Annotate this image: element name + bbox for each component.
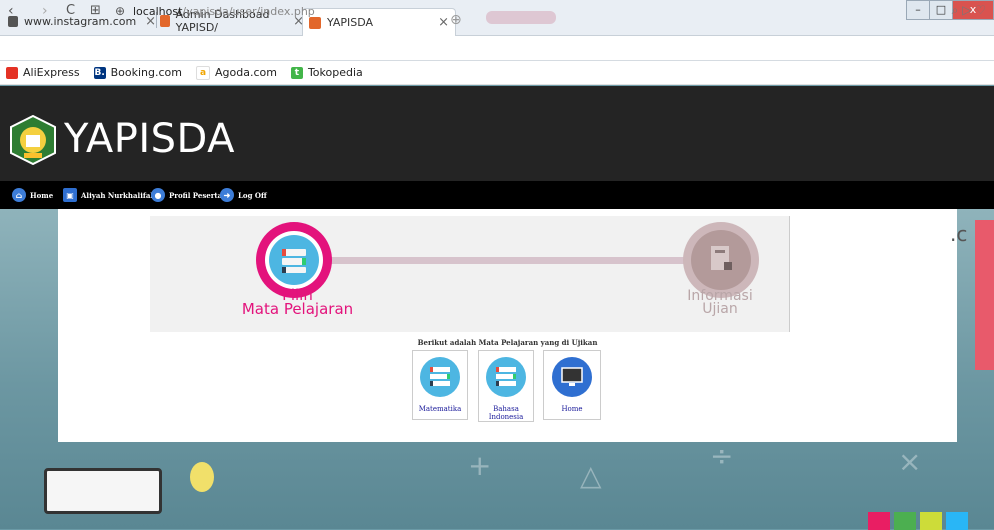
menu-label: Home: [30, 190, 54, 200]
menu-item-logoff[interactable]: ➜ Log Off: [220, 185, 267, 205]
yapisda-logo-icon: [10, 115, 56, 165]
menu-label: Log Off: [238, 190, 267, 200]
document-icon: [691, 230, 751, 290]
minimize-icon[interactable]: –: [906, 0, 930, 20]
profile-icon: ●: [151, 188, 165, 202]
bookmark-agoda[interactable]: a Agoda.com: [195, 65, 277, 80]
tab-label: YAPISDA: [327, 16, 374, 29]
forward-icon[interactable]: ›: [42, 3, 48, 19]
user-card-icon: ▣: [63, 188, 77, 202]
step-2-label: Informasi Ujian: [660, 289, 780, 317]
pencil-decoration: [975, 220, 994, 370]
apps-icon[interactable]: ⊞: [90, 3, 101, 18]
site-favicon-icon: [309, 16, 321, 29]
divider: [789, 216, 790, 332]
subject-link[interactable]: Matematika: [413, 405, 467, 413]
url-host: localhost: [133, 5, 183, 18]
books-icon: [420, 357, 460, 397]
address-bar-row: [0, 36, 994, 61]
agoda-icon: a: [195, 65, 210, 80]
subject-card-matematika[interactable]: Matematika: [412, 350, 468, 420]
monitor-icon: [552, 357, 592, 397]
books-icon: [269, 235, 319, 285]
bookmark-booking[interactable]: B. Booking.com: [93, 66, 182, 79]
bookmarks-bar: AliExpress B. Booking.com a Agoda.com t …: [0, 61, 994, 85]
blurred-chip: [486, 11, 556, 24]
subject-card-bahasa-indonesia[interactable]: Bahasa Indonesia: [478, 350, 534, 422]
site-brand[interactable]: YAPISDA: [64, 116, 235, 162]
new-tab-icon[interactable]: ⊕: [450, 12, 462, 28]
url-actions-icons[interactable]: ⌕ ▷ ♡: [952, 3, 986, 18]
site-info-icon[interactable]: ⊕: [115, 4, 125, 18]
aliexpress-icon: [6, 66, 18, 79]
stepper-line: [305, 257, 705, 264]
maximize-icon[interactable]: □: [929, 0, 953, 20]
booking-icon: B.: [93, 66, 106, 79]
subjects-title: Berikut adalah Mata Pelajaran yang di Uj…: [417, 338, 598, 347]
menu-item-user[interactable]: ▣ Aliyah Nurkhalifah: [63, 185, 155, 205]
logoff-icon: ➜: [220, 188, 234, 202]
back-icon[interactable]: ‹: [8, 3, 14, 19]
step-1-line-2: Mata Pelajaran: [241, 300, 354, 318]
keyboard-decoration: [44, 468, 162, 514]
reload-icon[interactable]: C: [66, 3, 75, 18]
menu-label: Aliyah Nurkhalifah: [81, 190, 156, 200]
bookmark-tokopedia[interactable]: t Tokopedia: [290, 66, 363, 79]
tokopedia-icon: t: [290, 66, 303, 79]
math-blocks-decoration: [868, 512, 968, 530]
books-icon: [486, 357, 526, 397]
home-icon: ⌂: [12, 188, 26, 202]
tab-yapisda[interactable]: YAPISDA ×: [302, 8, 456, 36]
bookmark-label: Tokopedia: [307, 66, 363, 79]
menu-label: Profil Peserta: [169, 190, 223, 200]
subject-link[interactable]: Bahasa Indonesia: [479, 405, 533, 421]
tab-close-icon[interactable]: ×: [438, 15, 449, 30]
menu-item-home[interactable]: ⌂ Home: [12, 185, 53, 205]
step-1-label: Pilih Mata Pelajaran: [225, 288, 370, 318]
bookmark-aliexpress[interactable]: AliExpress: [6, 66, 80, 79]
bookmark-label: AliExpress: [23, 66, 80, 79]
url-path: /yapisda/user/index.php: [182, 5, 315, 18]
subject-card-home[interactable]: Home: [543, 350, 601, 420]
url-field[interactable]: localhost/yapisda/user/index.php: [133, 5, 315, 18]
menu-item-profile[interactable]: ● Profil Peserta: [151, 185, 222, 205]
bookmark-label: Booking.com: [110, 66, 182, 79]
background-letter: .c: [950, 222, 968, 246]
subject-link[interactable]: Home: [544, 405, 600, 413]
step-2-line-2: Ujian: [702, 301, 738, 317]
lightbulb-decoration: [190, 462, 214, 492]
bookmark-label: Agoda.com: [214, 66, 277, 79]
